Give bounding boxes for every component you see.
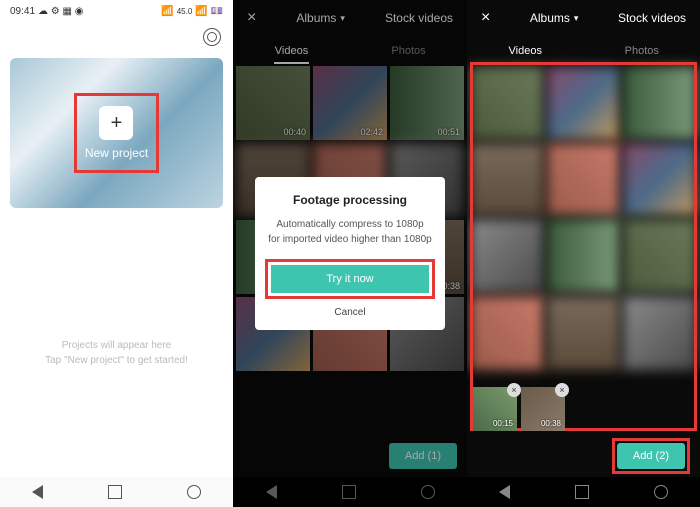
remove-icon[interactable]: × [555, 383, 569, 397]
media-thumb[interactable] [623, 219, 697, 293]
plus-icon: + [99, 106, 133, 140]
status-bar: 09:41 ☁ ⚙ ▦ ◉ 📶 45.0 📶 💷 [0, 0, 233, 22]
highlight-box: Add (2) [612, 438, 690, 474]
status-time: 09:41 [10, 6, 35, 17]
screen-home: 09:41 ☁ ⚙ ▦ ◉ 📶 45.0 📶 💷 + New project P… [0, 0, 233, 507]
nav-recent-icon[interactable] [187, 485, 201, 499]
albums-dropdown[interactable]: Albums▾ [530, 11, 579, 25]
media-thumb[interactable] [547, 219, 621, 293]
media-thumb[interactable] [623, 143, 697, 217]
stock-videos-link[interactable]: Stock videos [618, 11, 686, 25]
nav-bar [0, 477, 233, 507]
close-icon[interactable]: × [481, 9, 490, 27]
media-thumb[interactable] [547, 296, 621, 370]
footage-modal: Footage processing Automatically compres… [255, 177, 445, 330]
nav-back-icon[interactable] [32, 485, 43, 499]
media-thumb[interactable] [470, 66, 544, 140]
new-project-label: New project [85, 146, 148, 160]
media-grid [467, 66, 700, 370]
new-project-button[interactable]: + New project [79, 98, 154, 168]
screen-picker-selected: × Albums▾ Stock videos Videos Photos × 0… [467, 0, 700, 507]
try-it-now-button[interactable]: Try it now [271, 265, 429, 293]
tab-videos[interactable]: Videos [467, 36, 584, 66]
selected-thumb[interactable]: × 00:15 [473, 387, 517, 431]
media-thumb[interactable] [547, 143, 621, 217]
highlight-box: Try it now [265, 259, 435, 299]
empty-state: Projects will appear here Tap "New proje… [0, 338, 233, 368]
top-bar: × Albums▾ Stock videos [467, 0, 700, 36]
media-thumb[interactable] [470, 143, 544, 217]
status-indicators: 📶 45.0 📶 💷 [161, 6, 223, 17]
highlight-box: + New project [74, 93, 159, 173]
media-thumb[interactable] [470, 219, 544, 293]
media-thumb[interactable] [470, 296, 544, 370]
hero-banner: + New project [10, 58, 223, 208]
media-thumb[interactable] [623, 296, 697, 370]
screen-picker-modal: × Albums▾ Stock videos Videos Photos 00:… [233, 0, 467, 507]
add-button[interactable]: Add (2) [617, 443, 685, 469]
media-thumb[interactable] [623, 66, 697, 140]
chevron-down-icon: ▾ [574, 13, 579, 24]
media-tabs: Videos Photos [467, 36, 700, 66]
nav-recent-icon[interactable] [654, 485, 668, 499]
nav-back-icon[interactable] [499, 485, 510, 499]
modal-overlay: Footage processing Automatically compres… [233, 0, 467, 507]
media-thumb[interactable] [547, 66, 621, 140]
remove-icon[interactable]: × [507, 383, 521, 397]
selected-strip: × 00:15 × 00:38 [473, 387, 565, 431]
settings-icon[interactable] [203, 28, 221, 46]
nav-home-icon[interactable] [575, 485, 589, 499]
nav-home-icon[interactable] [108, 485, 122, 499]
nav-bar [467, 477, 700, 507]
add-bar: Add (2) [467, 435, 700, 477]
selected-thumb[interactable]: × 00:38 [521, 387, 565, 431]
modal-title: Footage processing [265, 193, 435, 207]
cancel-button[interactable]: Cancel [265, 307, 435, 318]
tab-photos[interactable]: Photos [584, 36, 700, 66]
modal-body: Automatically compress to 1080p for impo… [265, 217, 435, 247]
